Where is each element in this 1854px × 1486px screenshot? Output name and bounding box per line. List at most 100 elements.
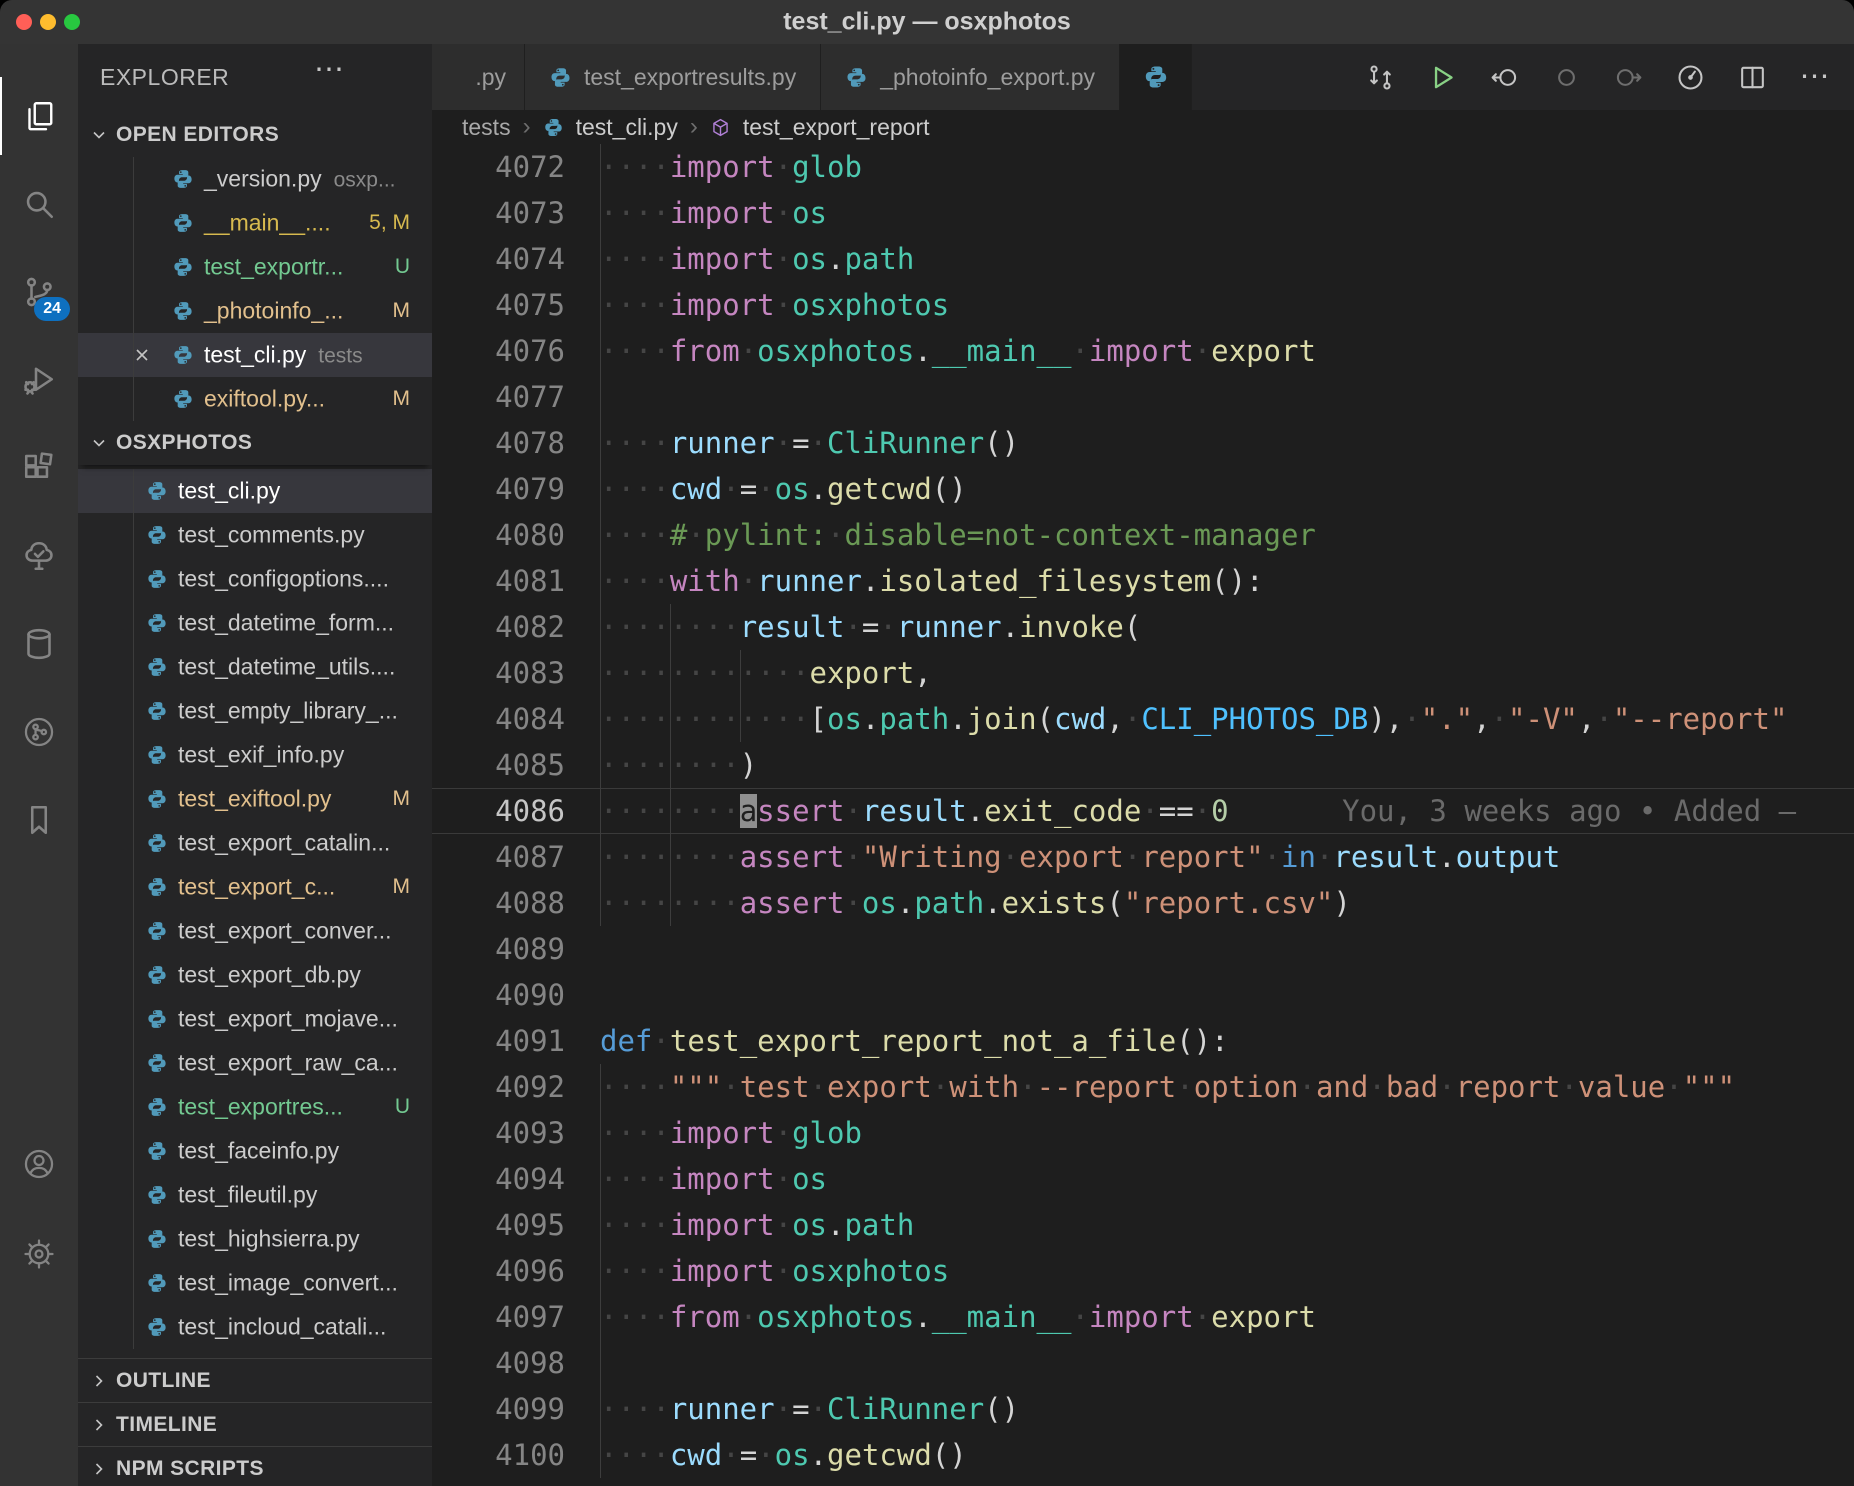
source-control-activity-item[interactable]: 24 [0,253,78,331]
code-line-4096[interactable]: 4096····import·osxphotos [432,1248,1854,1294]
section-open-editors[interactable]: OPEN EDITORS [78,113,432,157]
tree-item-test_datetime_utils....[interactable]: test_datetime_utils.... [78,645,432,689]
line-number[interactable]: 4079 [432,466,565,512]
line-number[interactable]: 4076 [432,328,565,374]
breadcrumb-item-tests[interactable]: tests [462,114,511,141]
section-npm-scripts[interactable]: NPM SCRIPTS [78,1446,432,1486]
code-line-4080[interactable]: 4080····#·pylint:·disable=not-context-ma… [432,512,1854,558]
line-number[interactable]: 4097 [432,1294,565,1340]
line-number[interactable]: 4083 [432,650,565,696]
run-python-file-icon[interactable] [1427,62,1458,93]
code-line-4075[interactable]: 4075····import·osxphotos [432,282,1854,328]
code-line-4077[interactable]: 4077 [432,374,1854,420]
tab-truncated[interactable]: .py [432,44,525,110]
tree-item-test_configoptions....[interactable]: test_configoptions.... [78,557,432,601]
minimize-window-button[interactable] [40,14,56,30]
open-editor-_photoinfo_...[interactable]: _photoinfo_...M [78,289,432,333]
line-number[interactable]: 4078 [432,420,565,466]
code-line-4099[interactable]: 4099····runner·=·CliRunner() [432,1386,1854,1432]
code-line-4098[interactable]: 4098 [432,1340,1854,1386]
tree-item-test_comments.py[interactable]: test_comments.py [78,513,432,557]
breadcrumb-item-test_cli.py[interactable]: test_cli.py [576,114,678,141]
tree-item-test_incloud_catali...[interactable]: test_incloud_catali... [78,1305,432,1349]
code-line-4073[interactable]: 4073····import·os [432,190,1854,236]
open-editor-test_exportr...[interactable]: test_exportr...U [78,245,432,289]
line-number[interactable]: 4100 [432,1432,565,1478]
navigate-back-icon[interactable] [1489,62,1520,93]
split-editor-icon[interactable] [1737,62,1768,93]
code-line-4087[interactable]: 4087········assert·"Writing·export·repor… [432,834,1854,880]
code-line-4091[interactable]: 4091def·test_export_report_not_a_file(): [432,1018,1854,1064]
code-line-4084[interactable]: 4084············[os.path.join(cwd,·CLI_P… [432,696,1854,742]
extensions-activity-item[interactable] [0,429,78,507]
database-activity-item[interactable] [0,605,78,683]
code-line-4078[interactable]: 4078····runner·=·CliRunner() [432,420,1854,466]
code-line-4093[interactable]: 4093····import·glob [432,1110,1854,1156]
code-line-4097[interactable]: 4097····from·osxphotos.__main__·import·e… [432,1294,1854,1340]
gitlens-activity-item[interactable] [0,693,78,771]
line-number[interactable]: 4096 [432,1248,565,1294]
tab-_photoinfo_export.py[interactable]: _photoinfo_export.py [821,44,1120,110]
line-number[interactable]: 4075 [432,282,565,328]
line-number[interactable]: 4081 [432,558,565,604]
line-number[interactable]: 4095 [432,1202,565,1248]
line-number[interactable]: 4087 [432,834,565,880]
line-number[interactable]: 4080 [432,512,565,558]
line-number[interactable]: 4093 [432,1110,565,1156]
section-osxphotos[interactable]: OSXPHOTOS [78,421,432,465]
tree-item-test_faceinfo.py[interactable]: test_faceinfo.py [78,1129,432,1173]
code-line-4089[interactable]: 4089 [432,926,1854,972]
line-number[interactable]: 4091 [432,1018,565,1064]
line-number[interactable]: 4082 [432,604,565,650]
line-number[interactable]: 4073 [432,190,565,236]
account-activity-item[interactable] [0,1125,78,1203]
navigate-forward-icon[interactable] [1613,62,1644,93]
close-icon[interactable] [132,345,152,365]
tree-item-test_export_db.py[interactable]: test_export_db.py [78,953,432,997]
tree-item-test_exif_info.py[interactable]: test_exif_info.py [78,733,432,777]
open-editor-_version.py[interactable]: _version.pyosxp... [78,157,432,201]
code-line-4076[interactable]: 4076····from·osxphotos.__main__·import·e… [432,328,1854,374]
line-number[interactable]: 4077 [432,374,565,420]
code-line-4079[interactable]: 4079····cwd·=·os.getcwd() [432,466,1854,512]
code-line-4083[interactable]: 4083············export, [432,650,1854,696]
explorer-more-actions-icon[interactable]: ⋯ [314,52,344,87]
code-line-4094[interactable]: 4094····import·os [432,1156,1854,1202]
bookmarks-activity-item[interactable] [0,781,78,859]
code-line-4095[interactable]: 4095····import·os.path [432,1202,1854,1248]
line-number[interactable]: 4089 [432,926,565,972]
tree-item-test_image_convert...[interactable]: test_image_convert... [78,1261,432,1305]
tree-item-test_fileutil.py[interactable]: test_fileutil.py [78,1173,432,1217]
tree-item-test_exiftool.py[interactable]: test_exiftool.pyM [78,777,432,821]
profile-icon[interactable] [1675,62,1706,93]
tree-item-test_highsierra.py[interactable]: test_highsierra.py [78,1217,432,1261]
tree-item-test_export_c...[interactable]: test_export_c...M [78,865,432,909]
code-line-4072[interactable]: 4072····import·glob [432,144,1854,190]
line-number[interactable]: 4084 [432,696,565,742]
files-activity-item[interactable] [0,77,78,155]
compare-changes-icon[interactable] [1365,62,1396,93]
tab-test_exportresults.py[interactable]: test_exportresults.py [525,44,821,110]
tree-item-test_export_conver...[interactable]: test_export_conver... [78,909,432,953]
line-number[interactable]: 4098 [432,1340,565,1386]
search-activity-item[interactable] [0,165,78,243]
tree-item-test_export_raw_ca...[interactable]: test_export_raw_ca... [78,1041,432,1085]
code-area[interactable]: 4072····import·glob4073····import·os4074… [432,144,1854,1486]
code-line-4100[interactable]: 4100····cwd·=·os.getcwd() [432,1432,1854,1478]
more-actions-icon[interactable]: ⋯ [1799,62,1830,93]
line-number[interactable]: 4099 [432,1386,565,1432]
line-number[interactable]: 4074 [432,236,565,282]
test-explorer-activity-item[interactable] [0,517,78,595]
code-line-4074[interactable]: 4074····import·os.path [432,236,1854,282]
section-outline[interactable]: OUTLINE [78,1358,432,1402]
line-number[interactable]: 4092 [432,1064,565,1110]
tab-active-icon-only[interactable] [1120,44,1192,110]
tree-item-test_datetime_form...[interactable]: test_datetime_form... [78,601,432,645]
code-line-4082[interactable]: 4082········result·=·runner.invoke( [432,604,1854,650]
close-window-button[interactable] [16,14,32,30]
code-line-4085[interactable]: 4085········) [432,742,1854,788]
open-editor-exiftool.py...[interactable]: exiftool.py...M [78,377,432,421]
tree-item-test_exportres...[interactable]: test_exportres...U [78,1085,432,1129]
line-number[interactable]: 4085 [432,742,565,788]
tree-item-test_empty_library_...[interactable]: test_empty_library_... [78,689,432,733]
